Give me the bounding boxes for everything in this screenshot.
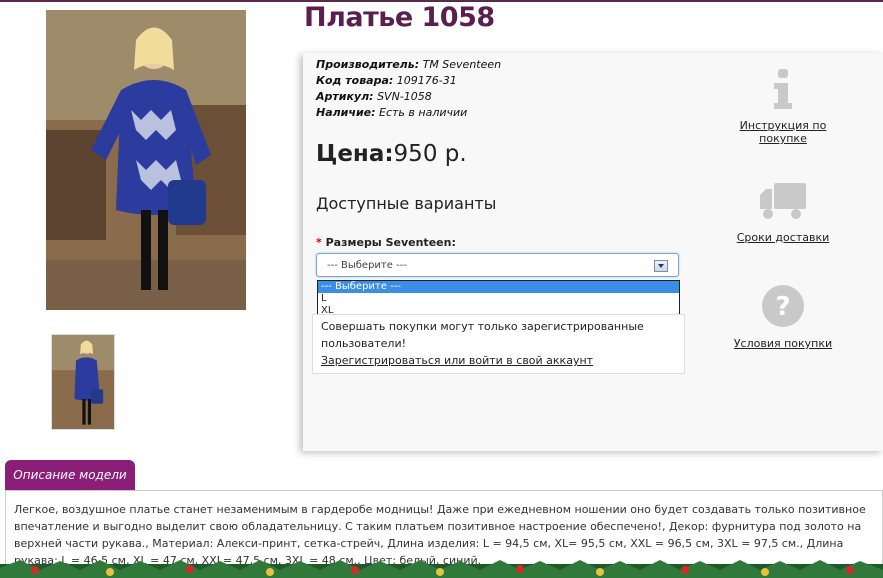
size-label: * Размеры Seventeen: xyxy=(316,236,456,249)
product-specs: Производитель: TM Seventeen Код товара: … xyxy=(316,57,501,121)
size-option-placeholder[interactable]: --- Выберите --- xyxy=(318,281,679,293)
size-select-value: --- Выберите --- xyxy=(327,260,407,271)
product-title: Платье 1058 xyxy=(304,2,495,33)
price-value: 950 р. xyxy=(393,141,467,167)
product-info-panel: Производитель: TM Seventeen Код товара: … xyxy=(303,53,883,451)
product-thumbnail[interactable] xyxy=(51,334,115,430)
spec-availability: Наличие: Есть в наличии xyxy=(316,106,468,119)
notice-text: Совершать покупки могут только зарегистр… xyxy=(321,320,644,350)
spec-manufacturer: Производитель: TM Seventeen xyxy=(316,58,502,71)
info-icon xyxy=(774,69,792,109)
delivery-block[interactable]: Сроки доставки xyxy=(718,181,848,244)
variants-heading: Доступные варианты xyxy=(316,194,497,213)
holiday-garland-decoration xyxy=(0,560,883,578)
spec-article: Артикул: SVN-1058 xyxy=(316,90,432,103)
svg-text:?: ? xyxy=(775,292,790,322)
price: Цена:950 р. xyxy=(316,141,467,167)
spec-product-code: Код товара: 109176-31 xyxy=(316,74,457,87)
tab-description[interactable]: Описание модели xyxy=(5,460,135,490)
chevron-down-icon[interactable] xyxy=(654,260,668,272)
size-select[interactable]: --- Выберите --- xyxy=(316,253,679,277)
required-mark: * xyxy=(316,236,322,249)
size-option-l[interactable]: L xyxy=(318,293,679,305)
instructions-block[interactable]: Инструкция по покупке xyxy=(718,67,848,145)
question-icon: ? xyxy=(762,285,804,327)
instructions-link[interactable]: Инструкция по покупке xyxy=(718,119,848,145)
product-photo[interactable] xyxy=(46,10,246,310)
delivery-link[interactable]: Сроки доставки xyxy=(718,231,848,244)
size-options-list: --- Выберите --- L XL xyxy=(317,280,680,318)
login-notice: Совершать покупки могут только зарегистр… xyxy=(312,314,685,374)
price-label: Цена: xyxy=(316,141,394,167)
truck-icon xyxy=(760,183,806,219)
register-login-link[interactable]: Зарегистрироваться или войти в свой акка… xyxy=(321,354,593,367)
conditions-block[interactable]: ? Условия покупки xyxy=(718,283,848,350)
conditions-link[interactable]: Условия покупки xyxy=(718,337,848,350)
